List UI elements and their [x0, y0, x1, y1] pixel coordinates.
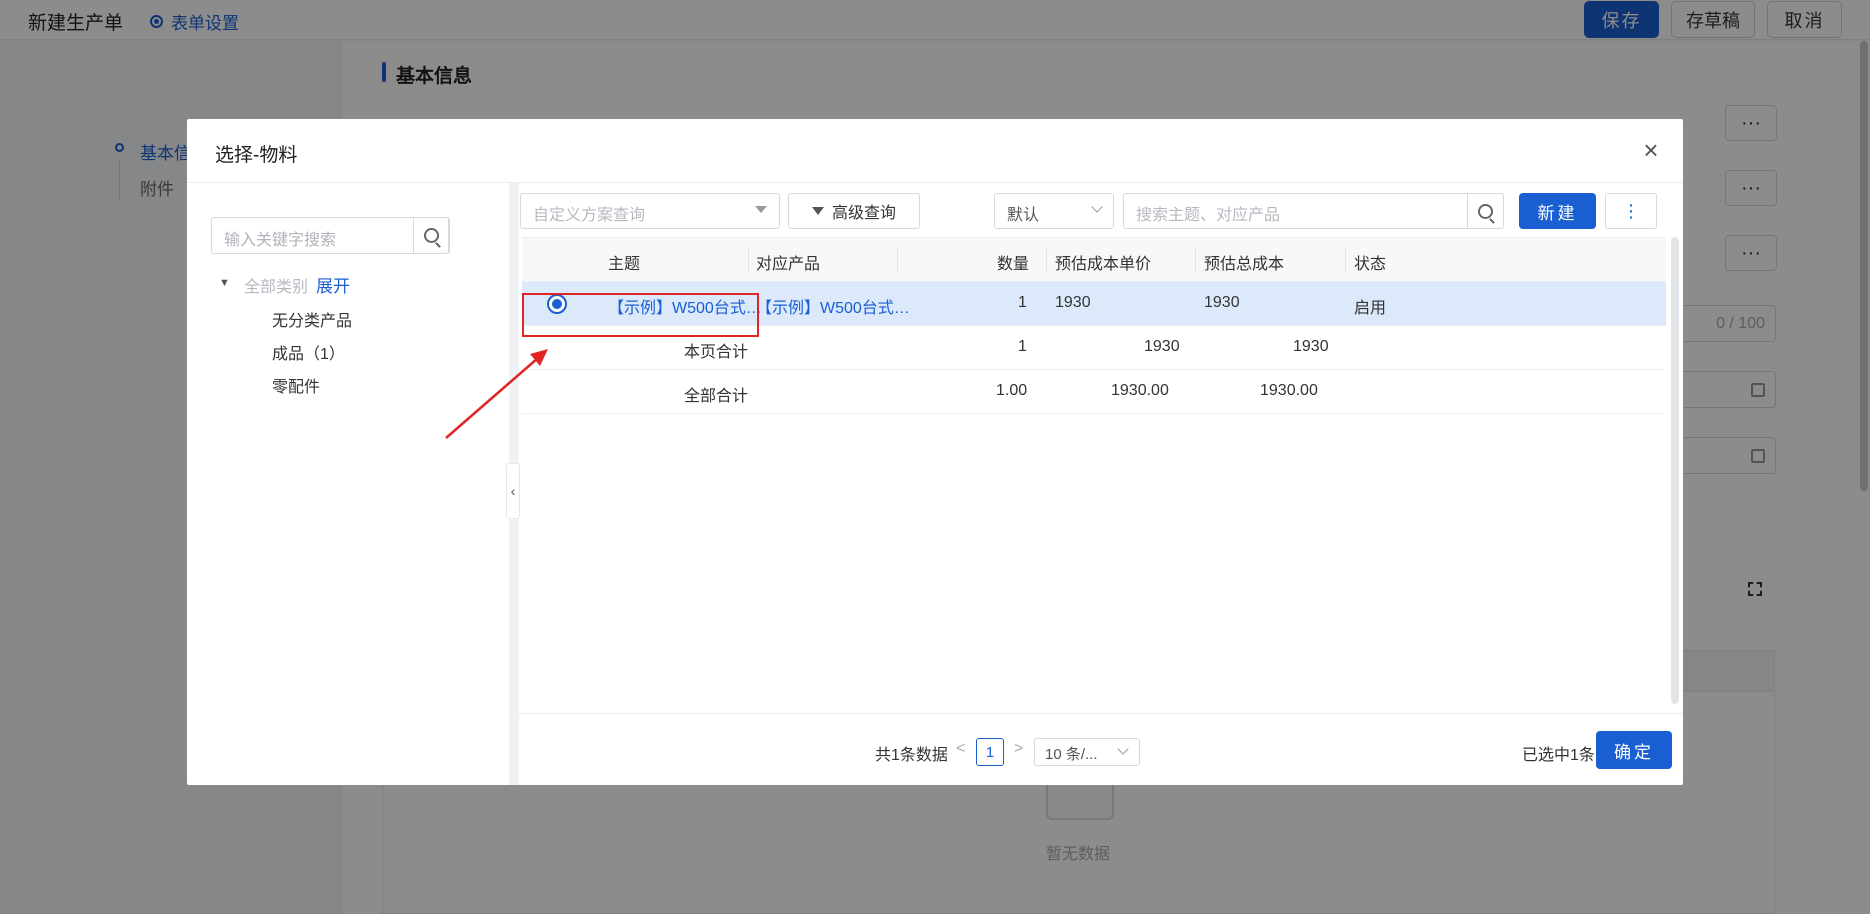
highlight-box: [522, 293, 759, 337]
all-total-row: 全部合计 1.00 1930.00 1930.00: [522, 370, 1666, 414]
page-total-label: 本页合计: [684, 344, 749, 361]
column-separator[interactable]: [897, 248, 898, 272]
cell-unit-cost: 1930: [1055, 294, 1091, 311]
tree-node[interactable]: 无分类产品: [272, 307, 352, 331]
expand-link[interactable]: 展开: [316, 272, 350, 297]
confirm-button[interactable]: 确定: [1596, 731, 1672, 769]
selected-count: 已选中1条: [1522, 747, 1595, 764]
header-unit-cost[interactable]: 预估成本单价: [1055, 250, 1151, 274]
prev-page-button[interactable]: <: [956, 740, 965, 758]
page-size-select[interactable]: 10 条/...: [1034, 738, 1140, 766]
column-separator[interactable]: [1345, 248, 1346, 272]
tree-search-button[interactable]: [413, 217, 450, 254]
cell-quantity: 1: [1018, 294, 1027, 311]
cell-status: 启用: [1354, 300, 1387, 317]
page-total-unit-cost: 1930: [1144, 338, 1180, 355]
chevron-down-icon: [1091, 201, 1103, 213]
all-total-label: 全部合计: [684, 388, 749, 405]
page-number[interactable]: 1: [976, 738, 1004, 766]
page-total-total-cost: 1930: [1293, 338, 1329, 355]
material-list-pane: 自定义方案查询 高级查询 默认 搜索主题、对应产品 新建 ⋮ 主题 对应产品 数…: [519, 183, 1683, 785]
category-tree-pane: 输入关键字搜索 ▼ 全部类别 展开 无分类产品 成品（1） 零配件: [187, 183, 509, 785]
search-icon: [1478, 203, 1493, 219]
tree-node[interactable]: 零配件: [272, 373, 320, 397]
table-scrollbar[interactable]: [1671, 237, 1679, 704]
search-input[interactable]: 搜索主题、对应产品: [1123, 193, 1468, 229]
caret-down-icon: [755, 206, 767, 213]
custom-scheme-select[interactable]: 自定义方案查询: [520, 193, 780, 229]
header-subject[interactable]: 主题: [608, 250, 640, 274]
next-page-button[interactable]: >: [1014, 740, 1023, 758]
dialog-header: 选择-物料 ×: [187, 119, 1683, 183]
column-separator[interactable]: [1046, 248, 1047, 272]
page-total-qty: 1: [1018, 338, 1027, 355]
tree-node[interactable]: 成品（1）: [272, 340, 345, 364]
advanced-search-button[interactable]: 高级查询: [788, 193, 920, 229]
close-icon[interactable]: ×: [1639, 137, 1663, 163]
more-options-button[interactable]: ⋮: [1605, 193, 1657, 229]
caret-down-icon[interactable]: ▼: [219, 277, 230, 289]
cell-product[interactable]: 【示例】W500台式…: [756, 294, 910, 318]
dialog-title: 选择-物料: [215, 145, 298, 166]
search-icon: [424, 228, 439, 243]
all-total-unit-cost: 1930.00: [1111, 382, 1169, 399]
column-separator[interactable]: [1195, 248, 1196, 272]
header-total-cost[interactable]: 预估总成本: [1204, 250, 1284, 274]
sort-select-value: 默认: [1007, 207, 1040, 224]
cell-total-cost: 1930: [1204, 294, 1240, 311]
column-separator[interactable]: [748, 248, 749, 272]
sort-select[interactable]: 默认: [994, 193, 1114, 229]
select-material-dialog: 选择-物料 × 输入关键字搜索 ▼ 全部类别 展开 无分类产品 成品（1） 零配…: [187, 119, 1683, 785]
advanced-search-label: 高级查询: [831, 205, 896, 222]
custom-scheme-placeholder: 自定义方案查询: [533, 207, 646, 224]
pagination: 共1条数据 < 1 > 10 条/... 已选中1条 确定: [519, 713, 1683, 785]
all-total-total-cost: 1930.00: [1260, 382, 1318, 399]
chevron-down-icon: [1117, 743, 1129, 755]
all-total-qty: 1.00: [996, 382, 1028, 399]
table-header: 主题 对应产品 数量 预估成本单价 预估总成本 状态: [522, 238, 1666, 282]
tree-root[interactable]: 全部类别: [244, 273, 308, 297]
new-button[interactable]: 新建: [1519, 193, 1596, 229]
header-status[interactable]: 状态: [1354, 250, 1386, 274]
collapse-tree-button[interactable]: ‹: [506, 463, 520, 519]
header-product[interactable]: 对应产品: [756, 250, 820, 274]
header-quantity[interactable]: 数量: [997, 250, 1029, 274]
total-count: 共1条数据: [875, 747, 948, 764]
page-size-value: 10 条/...: [1045, 746, 1098, 763]
filter-icon: [811, 207, 824, 215]
search-button[interactable]: [1467, 193, 1504, 229]
